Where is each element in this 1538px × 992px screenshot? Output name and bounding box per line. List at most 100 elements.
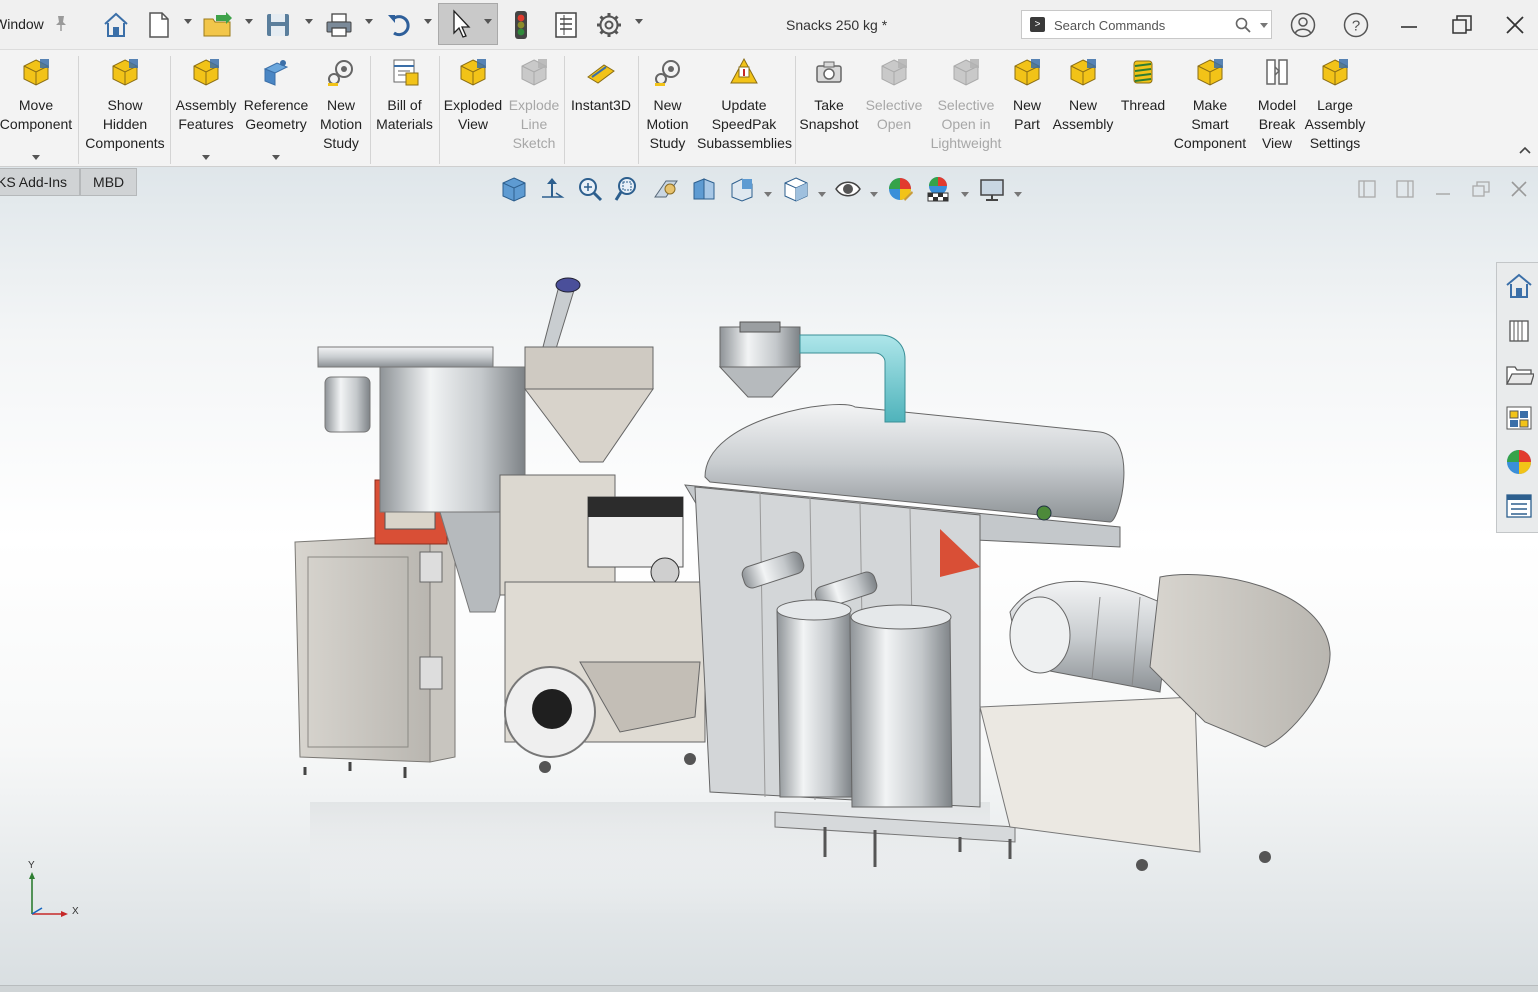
chevron-down-icon[interactable] (32, 155, 40, 160)
open-dropdown[interactable] (245, 19, 253, 24)
zoom-to-fit-button[interactable] (576, 175, 604, 203)
ribbon-button-instant3d[interactable]: Instant3D (566, 56, 636, 162)
view-palette-tab[interactable] (1504, 403, 1534, 433)
pin-icon[interactable] (54, 14, 68, 32)
chevron-down-icon[interactable] (272, 155, 280, 160)
appearance-dropdown[interactable] (870, 192, 878, 197)
command-manager-tabs: KS Add-Ins MBD (0, 168, 138, 196)
apply-scene-button[interactable] (886, 175, 914, 203)
restore-button[interactable] (1447, 10, 1477, 40)
open-button[interactable] (200, 8, 236, 42)
previous-view-button[interactable] (538, 175, 566, 203)
ribbon-button-assembly-features[interactable]: Assembly Features (172, 56, 240, 162)
zoom-to-area-button[interactable] (614, 175, 642, 203)
search-dropdown-icon[interactable] (1260, 23, 1268, 28)
solidworks-resources-tab[interactable] (1504, 271, 1534, 301)
print-button[interactable] (322, 8, 356, 42)
ribbon-button-new-motion-study-2[interactable]: New Motion Study (640, 56, 695, 162)
select-dropdown[interactable] (484, 19, 492, 24)
blower-unit[interactable] (504, 581, 706, 773)
custom-properties-tab[interactable] (1504, 491, 1534, 521)
section-view-button[interactable] (652, 175, 680, 203)
ribbon-button-thread[interactable]: Thread (1120, 56, 1166, 162)
ribbon-button-label: Update SpeedPak Subassemblies (697, 97, 792, 151)
save-dropdown[interactable] (305, 19, 313, 24)
dynamic-annotation-button[interactable] (690, 175, 718, 203)
print-dropdown[interactable] (365, 19, 373, 24)
view-orientation-button[interactable] (500, 175, 528, 203)
scene-button[interactable] (924, 175, 952, 203)
ribbon-button-label: Instant3D (571, 97, 631, 113)
collapse-ribbon-button[interactable] (1518, 142, 1532, 154)
options-button[interactable] (592, 8, 626, 42)
minimize-icon (1436, 193, 1450, 195)
account-button[interactable] (1288, 10, 1318, 40)
appearances-scenes-tab[interactable] (1504, 447, 1534, 477)
control-cabinet[interactable] (294, 479, 456, 778)
ribbon-button-new-motion-study[interactable]: New Motion Study (313, 56, 369, 162)
ribbon-separator (795, 56, 796, 164)
options-dropdown[interactable] (635, 19, 643, 24)
ribbon-button-take-snapshot[interactable]: Take Snapshot (797, 56, 861, 162)
viewport-close-button[interactable] (1508, 178, 1532, 200)
scene-dropdown[interactable] (961, 192, 969, 197)
ribbon-button-model-break-view[interactable]: Model Break View (1252, 56, 1302, 162)
ribbon-button-large-assembly-settings[interactable]: Large Assembly Settings (1304, 56, 1366, 162)
seasoning-drum[interactable] (979, 574, 1331, 871)
tab-mbd[interactable]: MBD (80, 168, 138, 196)
menu-window[interactable]: Window (0, 16, 44, 32)
selective-open-icon (879, 57, 909, 87)
tile-right-icon (1396, 180, 1414, 198)
chevron-down-icon[interactable] (202, 155, 210, 160)
cube-icon (502, 177, 526, 202)
ribbon-button-make-smart-component[interactable]: Make Smart Component (1170, 56, 1250, 162)
search-input[interactable] (1054, 15, 1224, 35)
file-explorer-tab[interactable] (1504, 359, 1535, 389)
edit-appearance-button[interactable] (834, 175, 862, 203)
model-break-view-icon (1262, 57, 1292, 87)
rebuild-button[interactable] (508, 8, 534, 42)
ribbon-button-new-assembly[interactable]: New Assembly (1048, 56, 1118, 162)
home-button[interactable] (100, 8, 132, 42)
undo-button[interactable] (382, 8, 416, 42)
svg-text:?: ? (1352, 18, 1360, 35)
ribbon-button-exploded-view[interactable]: Exploded View (441, 56, 505, 162)
appearance-sphere-icon (889, 178, 913, 201)
display-style-button[interactable] (728, 175, 756, 203)
ribbon-button-new-part[interactable]: New Part (1008, 56, 1046, 162)
view-settings-button[interactable] (978, 175, 1006, 203)
ribbon-button-bill-of-materials[interactable]: Bill of Materials (371, 56, 438, 162)
viewport-minimize-button[interactable] (1432, 178, 1456, 200)
graphics-area[interactable]: KS Add-Ins MBD Y X (0, 167, 1538, 992)
tab-ks-add-ins[interactable]: KS Add-Ins (0, 168, 81, 196)
feed-hopper[interactable] (499, 277, 684, 596)
search-commands-box[interactable]: > (1021, 10, 1272, 39)
file-properties-button[interactable] (550, 8, 582, 42)
display-style-dropdown[interactable] (764, 192, 772, 197)
select-button[interactable] (438, 3, 498, 45)
ribbon-button-move-component[interactable]: Move Component (0, 56, 78, 162)
design-library-tab[interactable] (1504, 315, 1534, 345)
tile-left-button[interactable] (1356, 178, 1380, 200)
hide-show-dropdown[interactable] (818, 192, 826, 197)
undo-dropdown[interactable] (424, 19, 432, 24)
tile-right-button[interactable] (1394, 178, 1418, 200)
new-document-button[interactable] (144, 8, 174, 42)
viewport-restore-button[interactable] (1470, 178, 1494, 200)
minimize-button[interactable] (1394, 10, 1424, 40)
ribbon-button-selective-open: Selective Open (863, 56, 925, 162)
close-button[interactable] (1500, 10, 1530, 40)
search-icon[interactable] (1235, 17, 1251, 36)
ribbon-button-reference-geometry[interactable]: Reference Geometry (241, 56, 311, 162)
help-button[interactable]: ? (1341, 10, 1371, 40)
task-pane-tabs (1496, 262, 1538, 533)
ribbon-button-label: Exploded View (443, 97, 503, 132)
save-button[interactable] (262, 8, 294, 42)
eye-icon (835, 181, 861, 197)
ribbon-button-show-hidden-components[interactable]: Show Hidden Components (80, 56, 170, 162)
ribbon-button-update-speedpak-subassemblies[interactable]: Update SpeedPak Subassemblies (697, 56, 792, 162)
new-document-dropdown[interactable] (184, 19, 192, 24)
hide-show-items-button[interactable] (782, 175, 810, 203)
view-settings-dropdown[interactable] (1014, 192, 1022, 197)
snack-production-line-model[interactable] (280, 267, 1340, 957)
